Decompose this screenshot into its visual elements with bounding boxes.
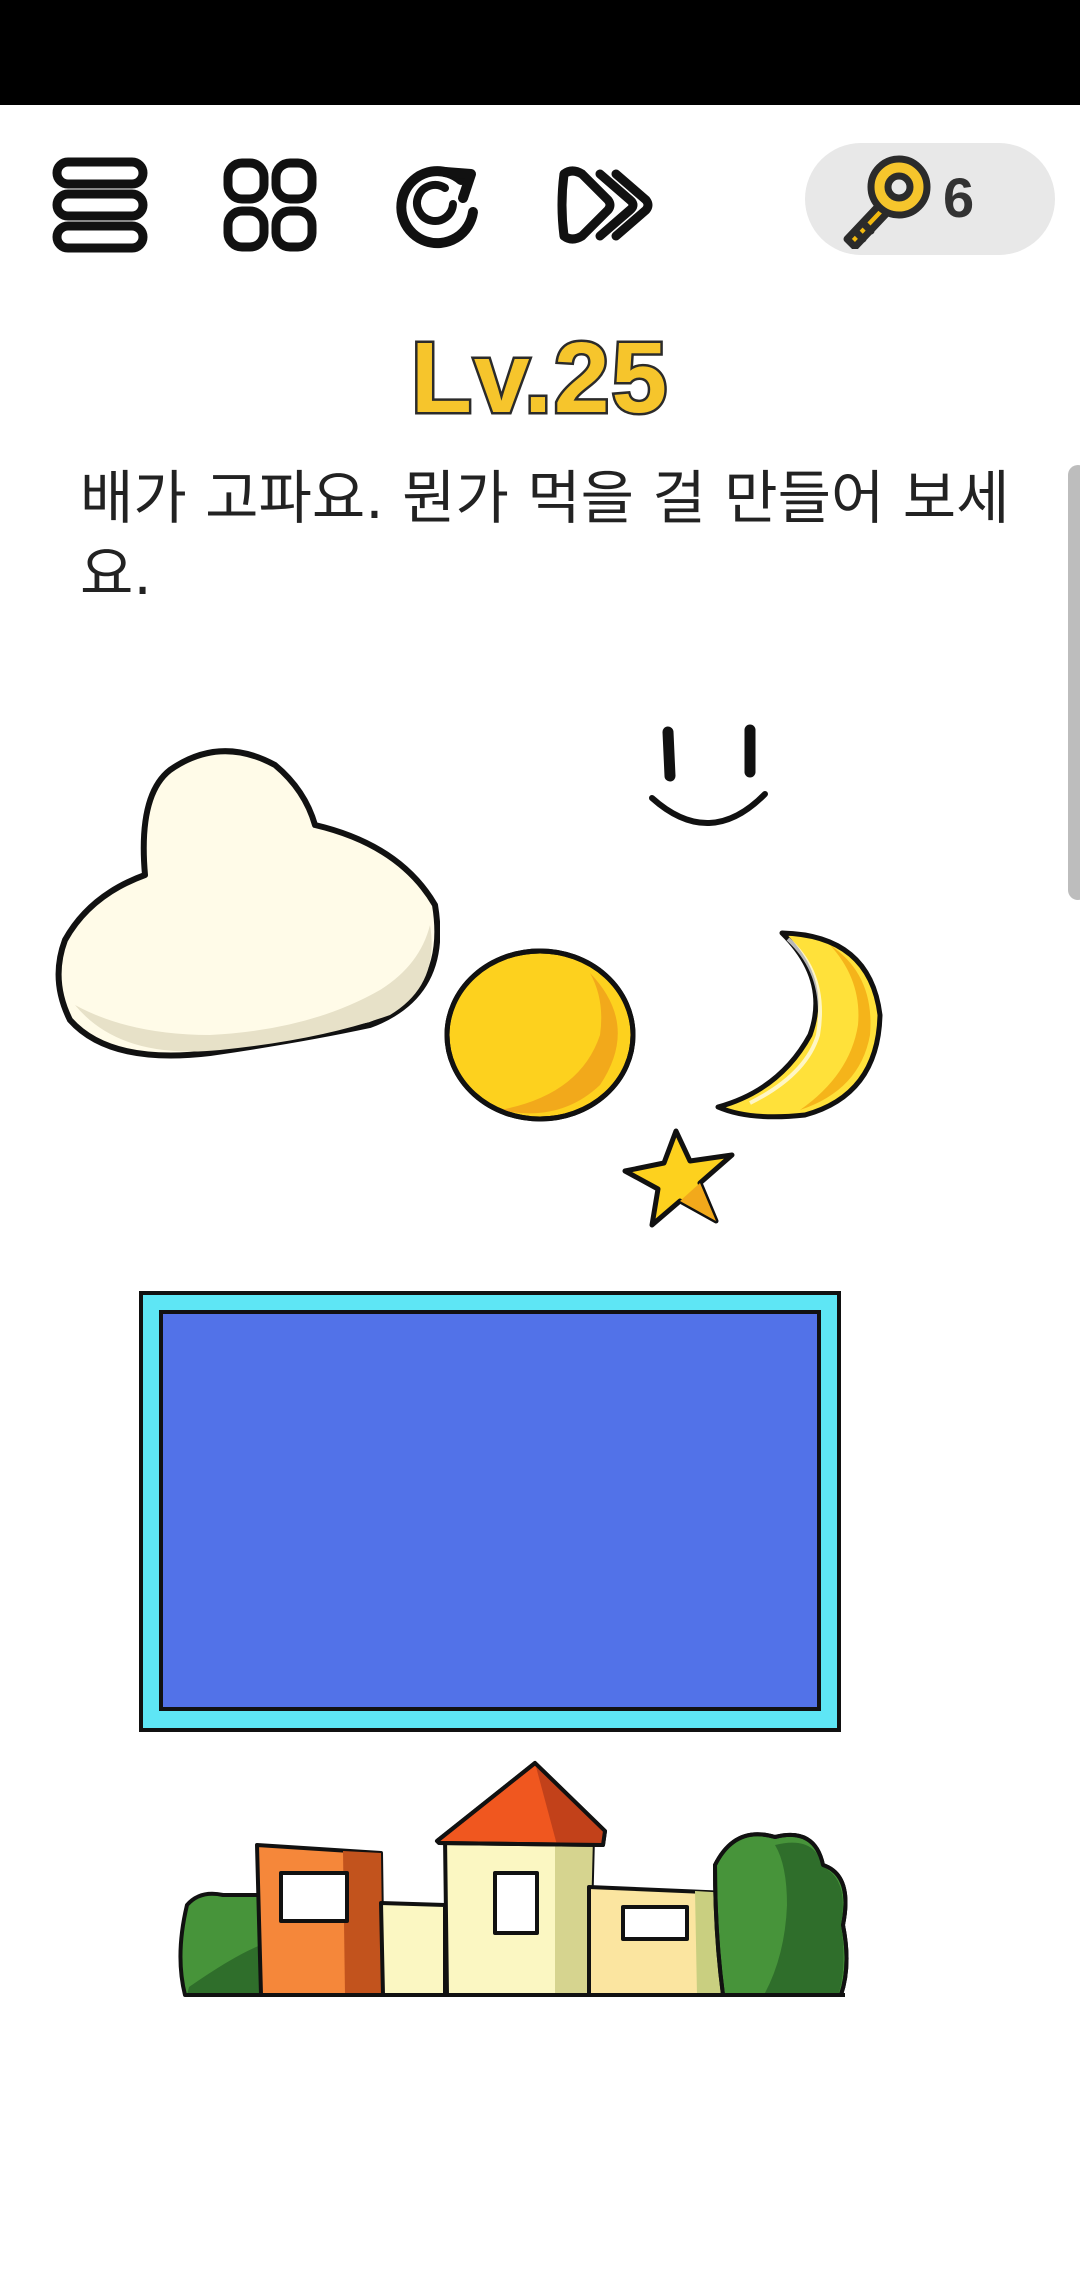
status-bar <box>0 0 1080 105</box>
crescent-moon-shape <box>715 930 883 1120</box>
village-shape <box>178 1761 849 1997</box>
blue-screen-shape <box>139 1291 841 1732</box>
yellow-circle-shape <box>444 948 636 1122</box>
scroll-handle[interactable] <box>1068 465 1080 900</box>
game-screen: 6 Lv.25 배가 고파요. 뭔가 먹을 걸 만들어 보세요. <box>0 0 1080 2280</box>
yellow-circle-item[interactable] <box>440 945 640 1125</box>
skip-button[interactable] <box>550 150 660 260</box>
star-item[interactable] <box>620 1125 740 1230</box>
menu-button[interactable] <box>45 150 155 260</box>
keys-counter[interactable]: 6 <box>805 143 1055 255</box>
star-shape <box>622 1128 735 1228</box>
fast-forward-icon <box>557 166 653 244</box>
key-count: 6 <box>943 166 975 229</box>
blue-screen-item[interactable] <box>138 1290 842 1733</box>
grid-icon <box>223 158 317 252</box>
smile-face-shape <box>649 724 768 826</box>
village-item[interactable] <box>175 1755 855 2005</box>
levels-button[interactable] <box>215 150 325 260</box>
level-question: 배가 고파요. 뭔가 먹을 걸 만들어 보세요. <box>80 464 1010 608</box>
smile-face-item[interactable] <box>640 720 780 840</box>
level-title: Lv.25 <box>408 320 670 437</box>
cloud-shape <box>55 748 440 1059</box>
crescent-moon-item[interactable] <box>710 925 890 1125</box>
menu-icon <box>52 157 148 253</box>
restart-icon <box>396 166 478 249</box>
restart-button[interactable] <box>383 150 493 260</box>
key-icon <box>843 155 931 249</box>
cloud-item[interactable] <box>50 735 440 1065</box>
